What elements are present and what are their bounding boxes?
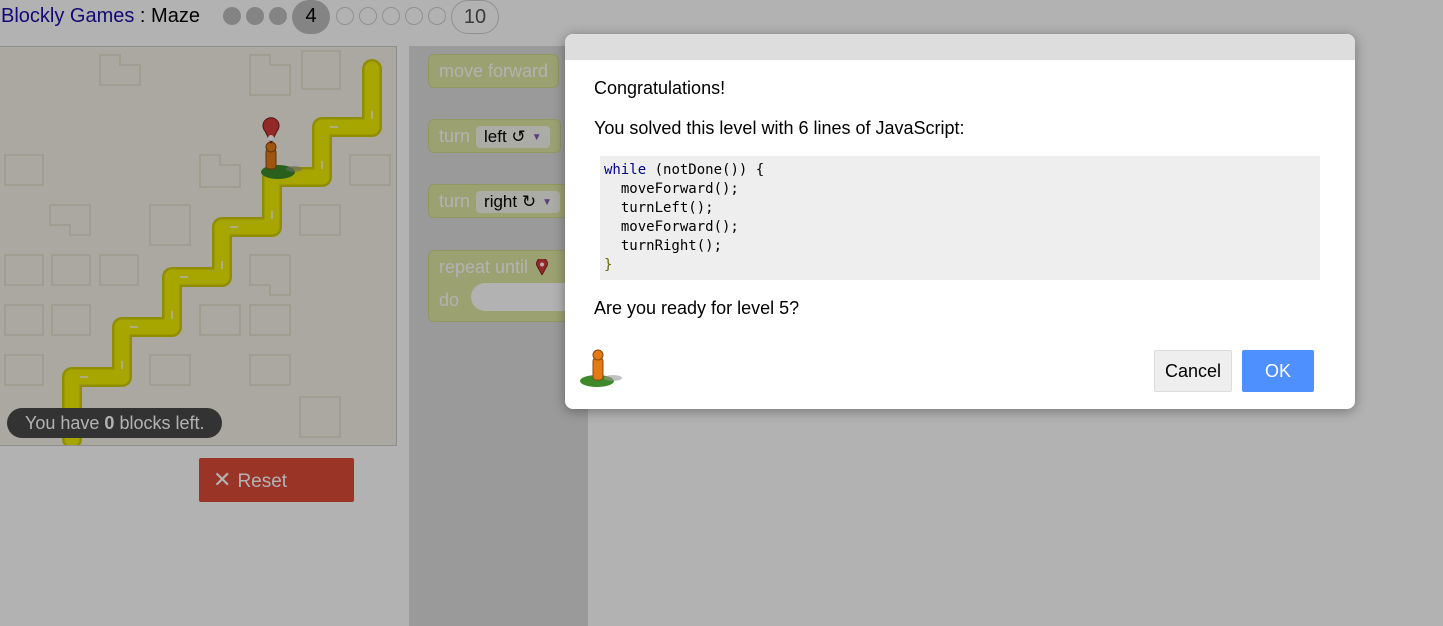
code-line-3: turnLeft(); xyxy=(604,200,714,216)
ok-button[interactable]: OK xyxy=(1242,350,1314,392)
dialog-title-bar[interactable] xyxy=(565,34,1355,60)
code-line-2: moveForward(); xyxy=(604,181,739,197)
congrats-dialog: Congratulations! You solved this level w… xyxy=(565,34,1355,409)
solution-code: while (notDone()) { moveForward(); turnL… xyxy=(600,156,1320,280)
code-line-5: turnRight(); xyxy=(604,238,723,254)
code-keyword: while xyxy=(604,162,647,178)
code-line-4: moveForward(); xyxy=(604,219,739,235)
ready-text: Are you ready for level 5? xyxy=(594,298,800,318)
code-line-1: while (notDone()) { xyxy=(604,161,1316,180)
cancel-button[interactable]: Cancel xyxy=(1154,350,1232,392)
code-line-6: } xyxy=(604,257,613,273)
pegman-icon xyxy=(580,349,622,387)
code-line-1-rest: (notDone()) { xyxy=(646,162,765,178)
solved-text: You solved this level with 6 lines of Ja… xyxy=(594,118,965,138)
congrats-text: Congratulations! xyxy=(594,78,726,98)
